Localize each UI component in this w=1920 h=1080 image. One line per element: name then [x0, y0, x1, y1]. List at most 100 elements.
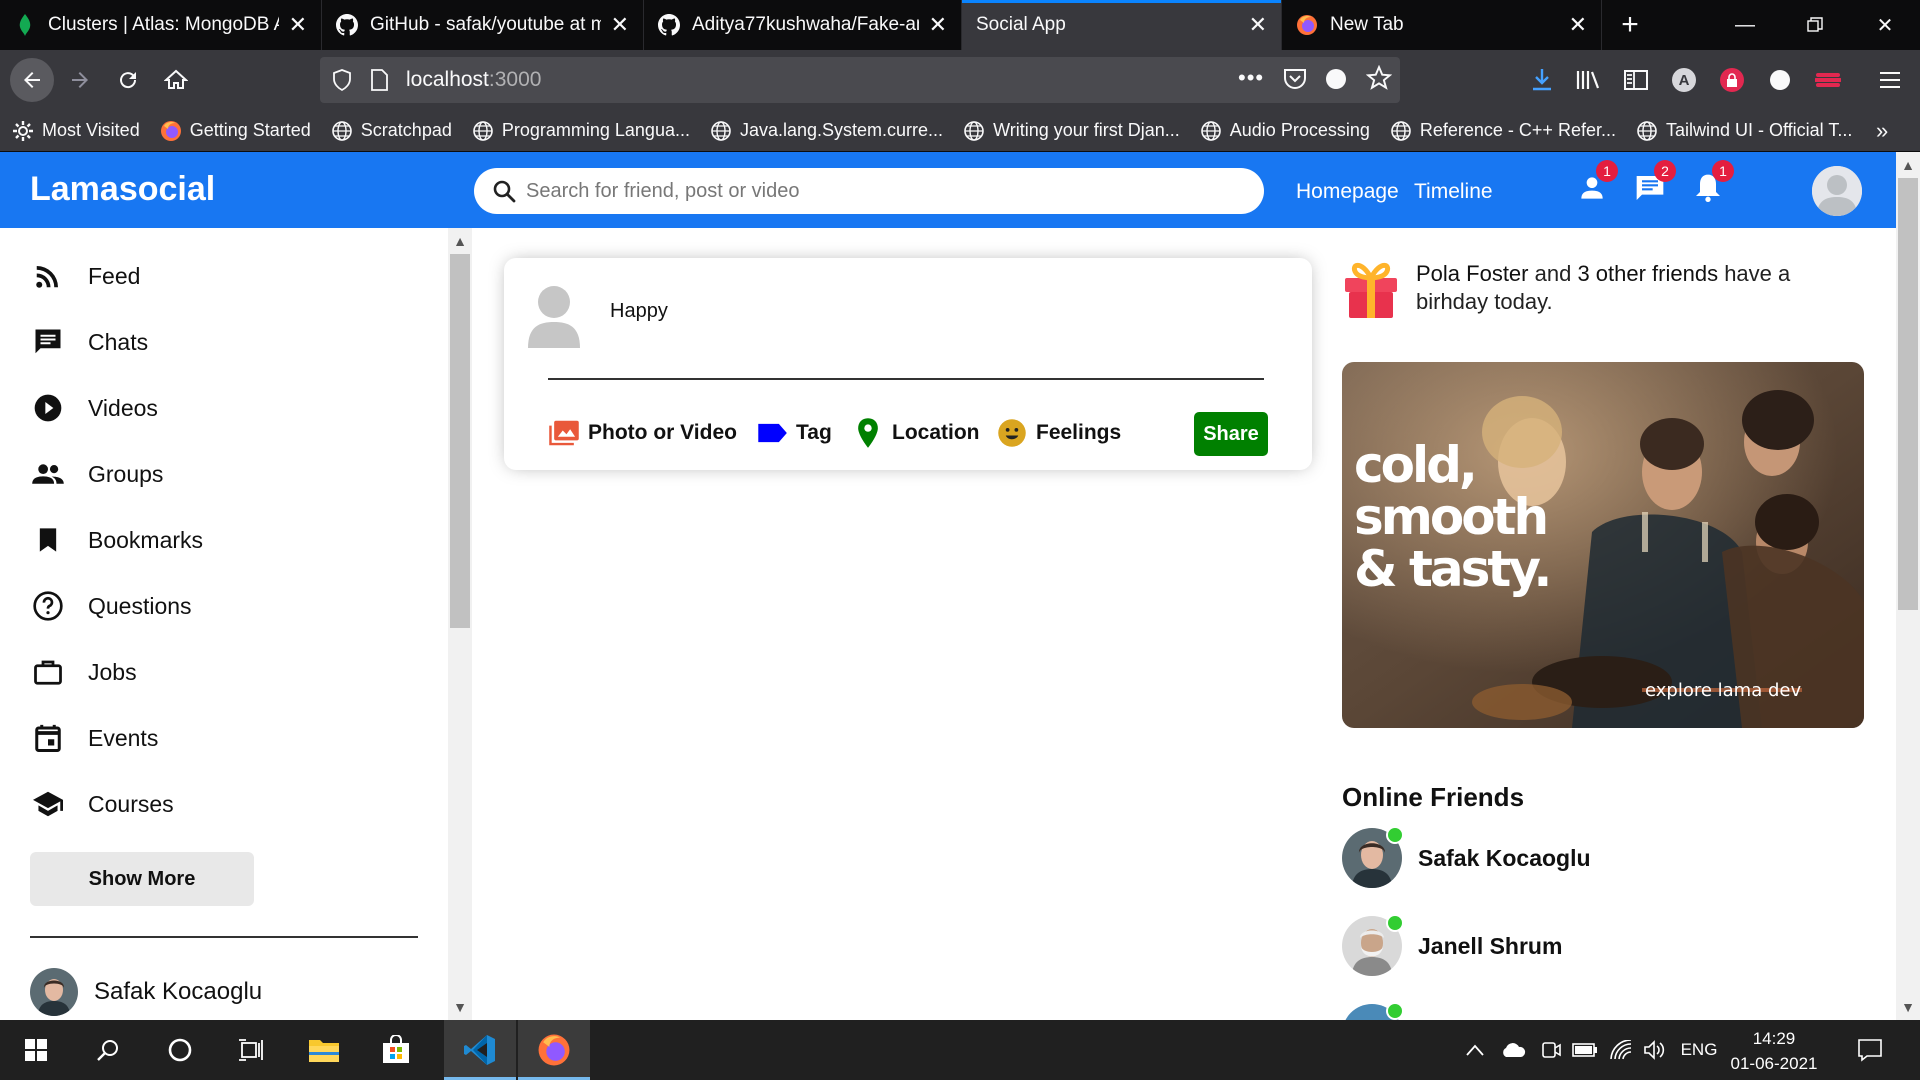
downloads-icon[interactable]: [1522, 60, 1562, 100]
back-button[interactable]: [10, 58, 54, 102]
extension-circle-icon[interactable]: [1760, 60, 1800, 100]
home-button[interactable]: [156, 60, 196, 100]
lastpass-icon[interactable]: [1808, 60, 1848, 100]
clock[interactable]: 14:29 01-06-2021: [1724, 1026, 1824, 1076]
url-bar[interactable]: localhost:3000 •••: [320, 57, 1400, 103]
page-info-icon[interactable]: [370, 69, 392, 91]
share-button[interactable]: Share: [1194, 412, 1268, 456]
tab-mongodb[interactable]: Clusters | Atlas: MongoDB Atl ✕: [0, 0, 322, 50]
ad-image[interactable]: cold, smooth & tasty. explore lama dev: [1342, 362, 1864, 728]
bookmark-tailwind-ui[interactable]: Tailwind UI - Official T...: [1636, 120, 1852, 142]
firefox-taskbar-button[interactable]: [518, 1020, 590, 1080]
show-hidden-icons-button[interactable]: [1460, 1020, 1490, 1080]
bookmark-scratchpad[interactable]: Scratchpad: [331, 120, 452, 142]
avatar[interactable]: [1812, 166, 1862, 216]
sidebar-item-chats[interactable]: Chats: [30, 322, 148, 362]
meet-now-icon[interactable]: [1536, 1020, 1566, 1080]
tab-github-safak[interactable]: GitHub - safak/youtube at ma ✕: [322, 0, 644, 50]
sidebar-item-bookmarks[interactable]: Bookmarks: [30, 520, 203, 560]
tab-github-aditya[interactable]: Aditya77kushwaha/Fake-ama ✕: [644, 0, 962, 50]
tab-close-icon[interactable]: ✕: [1569, 12, 1587, 38]
tab-close-icon[interactable]: ✕: [929, 12, 947, 38]
page-actions-icon[interactable]: •••: [1238, 65, 1264, 91]
bookmark-audio-processing[interactable]: Audio Processing: [1200, 120, 1370, 142]
pocket-icon[interactable]: [1282, 67, 1308, 97]
language-indicator[interactable]: ENG: [1676, 1020, 1722, 1080]
file-explorer-button[interactable]: [288, 1020, 360, 1080]
restore-icon[interactable]: [1780, 0, 1850, 50]
friend-list-item[interactable]: Safak Kocaoglu: [30, 968, 262, 1016]
sidebar-toggle-icon[interactable]: [1616, 60, 1656, 100]
library-icon[interactable]: [1568, 60, 1608, 100]
sidebar-item-jobs[interactable]: Jobs: [30, 652, 137, 692]
extension-icon[interactable]: [1326, 69, 1346, 89]
homepage-link[interactable]: Homepage: [1296, 180, 1399, 204]
bookmark-programming-languages[interactable]: Programming Langua...: [472, 120, 690, 142]
store-button[interactable]: [360, 1020, 432, 1080]
sidebar-item-courses[interactable]: Courses: [30, 784, 174, 824]
bookmark-java-system[interactable]: Java.lang.System.curre...: [710, 120, 943, 142]
bookmark-getting-started[interactable]: Getting Started: [160, 120, 311, 142]
notifications-button[interactable]: 1: [1688, 160, 1734, 208]
search-bar[interactable]: [474, 168, 1264, 214]
share-option-feelings[interactable]: Feelings: [996, 418, 1121, 448]
share-option-photo-video[interactable]: Photo or Video: [548, 418, 737, 448]
search-input[interactable]: [526, 179, 1226, 203]
reload-button[interactable]: [108, 60, 148, 100]
scroll-down-icon[interactable]: ▼: [448, 996, 472, 1018]
sidebar-item-questions[interactable]: Questions: [30, 586, 192, 626]
scrollbar-thumb[interactable]: [1898, 178, 1918, 610]
new-tab-button[interactable]: +: [1602, 0, 1658, 50]
volume-icon[interactable]: [1640, 1020, 1670, 1080]
share-input[interactable]: Happy: [610, 300, 668, 323]
close-window-icon[interactable]: ✕: [1850, 0, 1920, 50]
more-bookmarks-icon[interactable]: »: [1876, 118, 1888, 144]
onedrive-icon[interactable]: [1496, 1020, 1530, 1080]
friend-requests-button[interactable]: 1: [1572, 160, 1618, 208]
tab-new-tab[interactable]: New Tab ✕: [1282, 0, 1602, 50]
page-scrollbar[interactable]: ▲ ▼: [1896, 152, 1920, 1020]
mongodb-leaf-icon: [14, 14, 36, 36]
sidebar-item-feed[interactable]: Feed: [30, 256, 140, 296]
online-friend-item[interactable]: Safak Kocaoglu: [1342, 826, 1591, 888]
logo[interactable]: Lamasocial: [30, 170, 215, 209]
battery-icon[interactable]: [1570, 1020, 1600, 1080]
menu-icon[interactable]: [1870, 60, 1910, 100]
tab-close-icon[interactable]: ✕: [1249, 12, 1267, 38]
account-icon[interactable]: A: [1664, 60, 1704, 100]
share-option-tag[interactable]: Tag: [756, 418, 832, 448]
action-center-button[interactable]: [1840, 1020, 1900, 1080]
bookmark-django[interactable]: Writing your first Djan...: [963, 120, 1180, 142]
scroll-up-icon[interactable]: ▲: [1896, 154, 1920, 176]
sidebar-item-groups[interactable]: Groups: [30, 454, 163, 494]
sidebar-item-events[interactable]: Events: [30, 718, 158, 758]
wifi-icon[interactable]: [1606, 1020, 1636, 1080]
tab-close-icon[interactable]: ✕: [611, 12, 629, 38]
share-option-location[interactable]: Location: [852, 418, 980, 448]
chevron-up-icon: [1466, 1044, 1484, 1056]
tab-social-app[interactable]: Social App ✕: [962, 0, 1282, 50]
online-friend-item[interactable]: Janell Shrum: [1342, 914, 1562, 976]
lock-extension-icon[interactable]: [1712, 60, 1752, 100]
vscode-button[interactable]: [444, 1020, 516, 1080]
search-button[interactable]: [72, 1020, 144, 1080]
shield-icon[interactable]: [332, 69, 354, 91]
start-button[interactable]: [0, 1020, 72, 1080]
scroll-up-icon[interactable]: ▲: [448, 230, 472, 252]
sidebar-item-videos[interactable]: Videos: [30, 388, 158, 428]
scroll-down-icon[interactable]: ▼: [1896, 996, 1920, 1018]
sidebar-scrollbar[interactable]: ▲ ▼: [448, 228, 472, 1020]
minimize-icon[interactable]: —: [1710, 0, 1780, 50]
show-more-button[interactable]: Show More: [30, 852, 254, 906]
timeline-link[interactable]: Timeline: [1414, 180, 1493, 204]
task-view-button[interactable]: [216, 1020, 288, 1080]
scrollbar-thumb[interactable]: [450, 254, 470, 628]
tab-close-icon[interactable]: ✕: [289, 12, 307, 38]
url-text[interactable]: localhost:3000: [406, 68, 541, 92]
star-icon[interactable]: [1365, 64, 1393, 97]
bookmark-cpp-reference[interactable]: Reference - C++ Refer...: [1390, 120, 1616, 142]
messages-button[interactable]: 2: [1630, 160, 1676, 208]
forward-button[interactable]: [60, 60, 100, 100]
bookmark-most-visited[interactable]: Most Visited: [12, 120, 140, 142]
cortana-button[interactable]: [144, 1020, 216, 1080]
